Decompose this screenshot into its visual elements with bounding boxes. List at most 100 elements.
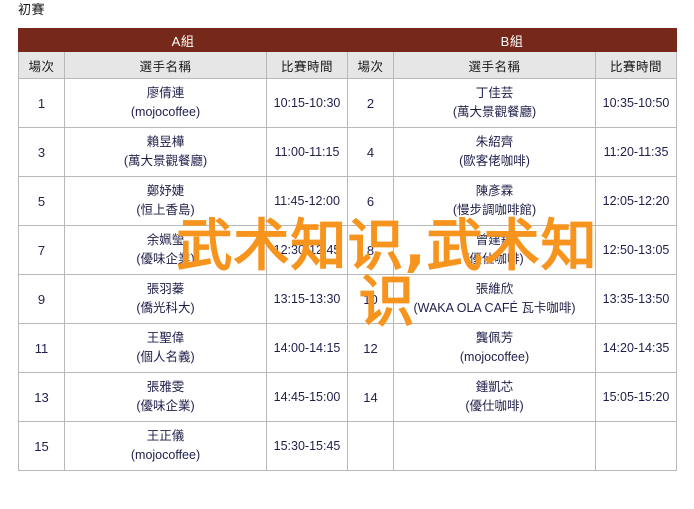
table-row: 9 張羽蓁 (僑光科大) 13:15-13:30 10 張維欣 (WAKA OL… [18,274,677,324]
player-affiliation: (僑光科大) [136,301,195,315]
match-no: 4 [347,127,394,177]
match-no: 10 [347,274,394,324]
match-no: 2 [347,78,394,128]
player-affiliation: (歐客佬咖啡) [459,154,530,168]
player-cell: 龔佩芳 (mojocoffee) [393,323,596,373]
table-row: 15 王正儀 (mojocoffee) 15:30-15:45 [18,421,677,471]
player-name: 余姵瑩 [146,232,185,247]
player-cell: 陳彥霖 (慢步調咖啡館) [393,176,596,226]
player-affiliation: (萬大景觀餐廳) [452,105,537,119]
player-cell: 賴昱樺 (萬大景觀餐廳) [64,127,267,177]
player-affiliation: (優仕咖啡) [465,252,524,266]
match-no: 6 [347,176,394,226]
player-name: 張維欣 [475,281,514,296]
player-name: 廖倩連 [146,85,185,100]
table-row: 7 余姵瑩 (優味企業) 12:30-12:45 8 曾建銘 (優仕咖啡) 12… [18,225,677,275]
player-affiliation: (mojocoffee) [130,448,201,462]
schedule-table: A組 B組 場次 選手名稱 比賽時間 場次 選手名稱 比賽時間 1 廖倩連 (m… [18,28,677,471]
player-name: 曾建銘 [475,232,514,247]
column-header-match-no-a: 場次 [18,51,65,79]
player-cell: 廖倩連 (mojocoffee) [64,78,267,128]
player-name: 鄭妤婕 [146,183,185,198]
player-name: 陳彥霖 [475,183,514,198]
schedule-table-wrapper: A組 B組 場次 選手名稱 比賽時間 場次 選手名稱 比賽時間 1 廖倩連 (m… [18,28,677,471]
player-cell-empty [393,421,596,471]
player-affiliation: (優味企業) [136,399,195,413]
match-time: 14:45-15:00 [266,372,348,422]
match-no: 13 [18,372,65,422]
match-time: 13:15-13:30 [266,274,348,324]
match-time: 15:30-15:45 [266,421,348,471]
match-time: 11:00-11:15 [266,127,348,177]
player-cell: 余姵瑩 (優味企業) [64,225,267,275]
player-name: 張雅雯 [146,379,185,394]
match-time: 12:30-12:45 [266,225,348,275]
player-cell: 王聖偉 (個人名義) [64,323,267,373]
column-header-match-time-a: 比賽時間 [266,51,348,79]
match-time: 10:35-10:50 [595,78,677,128]
player-name: 鍾凱芯 [475,379,514,394]
match-time-empty [595,421,677,471]
match-no: 9 [18,274,65,324]
match-no: 15 [18,421,65,471]
group-header-b: B組 [347,28,677,52]
player-affiliation: (mojocoffee) [130,105,201,119]
column-header-match-time-b: 比賽時間 [595,51,677,79]
player-cell: 鍾凱芯 (優仕咖啡) [393,372,596,422]
column-header-player-name-a: 選手名稱 [64,51,267,79]
player-affiliation: (優味企業) [136,252,195,266]
match-time: 11:20-11:35 [595,127,677,177]
player-affiliation: (個人名義) [136,350,195,364]
column-header-match-no-b: 場次 [347,51,394,79]
player-affiliation: (mojocoffee) [459,350,530,364]
player-cell: 王正儀 (mojocoffee) [64,421,267,471]
match-time: 14:20-14:35 [595,323,677,373]
match-no: 3 [18,127,65,177]
match-no: 7 [18,225,65,275]
match-no: 12 [347,323,394,373]
column-header-row: 場次 選手名稱 比賽時間 場次 選手名稱 比賽時間 [18,51,677,79]
match-time: 12:05-12:20 [595,176,677,226]
player-name: 王正儀 [146,428,185,443]
player-name: 賴昱樺 [146,134,185,149]
player-cell: 張雅雯 (優味企業) [64,372,267,422]
table-row: 5 鄭妤婕 (恒上香島) 11:45-12:00 6 陳彥霖 (慢步調咖啡館) … [18,176,677,226]
table-row: 11 王聖偉 (個人名義) 14:00-14:15 12 龔佩芳 (mojoco… [18,323,677,373]
player-cell: 鄭妤婕 (恒上香島) [64,176,267,226]
match-no: 11 [18,323,65,373]
table-body: 1 廖倩連 (mojocoffee) 10:15-10:30 2 丁佳芸 (萬大… [18,78,677,471]
page-title: 初賽 [18,2,46,17]
table-head: A組 B組 場次 選手名稱 比賽時間 場次 選手名稱 比賽時間 [18,28,677,79]
group-header-a: A組 [18,28,348,52]
player-affiliation: (慢步調咖啡館) [452,203,537,217]
player-name: 丁佳芸 [475,85,514,100]
match-no: 14 [347,372,394,422]
match-no: 5 [18,176,65,226]
match-time: 10:15-10:30 [266,78,348,128]
player-affiliation: (WAKA OLA CAFÉ 瓦卡咖啡) [413,301,576,315]
player-cell: 朱紹齊 (歐客佬咖啡) [393,127,596,177]
player-affiliation: (優仕咖啡) [465,399,524,413]
column-header-player-name-b: 選手名稱 [393,51,596,79]
match-no-empty [347,421,394,471]
player-cell: 張維欣 (WAKA OLA CAFÉ 瓦卡咖啡) [393,274,596,324]
group-header-row: A組 B組 [18,28,677,52]
table-row: 13 張雅雯 (優味企業) 14:45-15:00 14 鍾凱芯 (優仕咖啡) … [18,372,677,422]
match-no: 1 [18,78,65,128]
player-cell: 丁佳芸 (萬大景觀餐廳) [393,78,596,128]
player-affiliation: (萬大景觀餐廳) [123,154,208,168]
player-affiliation: (恒上香島) [136,203,195,217]
match-time: 15:05-15:20 [595,372,677,422]
player-cell: 曾建銘 (優仕咖啡) [393,225,596,275]
player-name: 龔佩芳 [475,330,514,345]
table-row: 1 廖倩連 (mojocoffee) 10:15-10:30 2 丁佳芸 (萬大… [18,78,677,128]
match-time: 11:45-12:00 [266,176,348,226]
player-name: 王聖偉 [146,330,185,345]
player-cell: 張羽蓁 (僑光科大) [64,274,267,324]
player-name: 張羽蓁 [146,281,185,296]
player-name: 朱紹齊 [475,134,514,149]
match-time: 13:35-13:50 [595,274,677,324]
match-no: 8 [347,225,394,275]
table-row: 3 賴昱樺 (萬大景觀餐廳) 11:00-11:15 4 朱紹齊 (歐客佬咖啡)… [18,127,677,177]
match-time: 12:50-13:05 [595,225,677,275]
